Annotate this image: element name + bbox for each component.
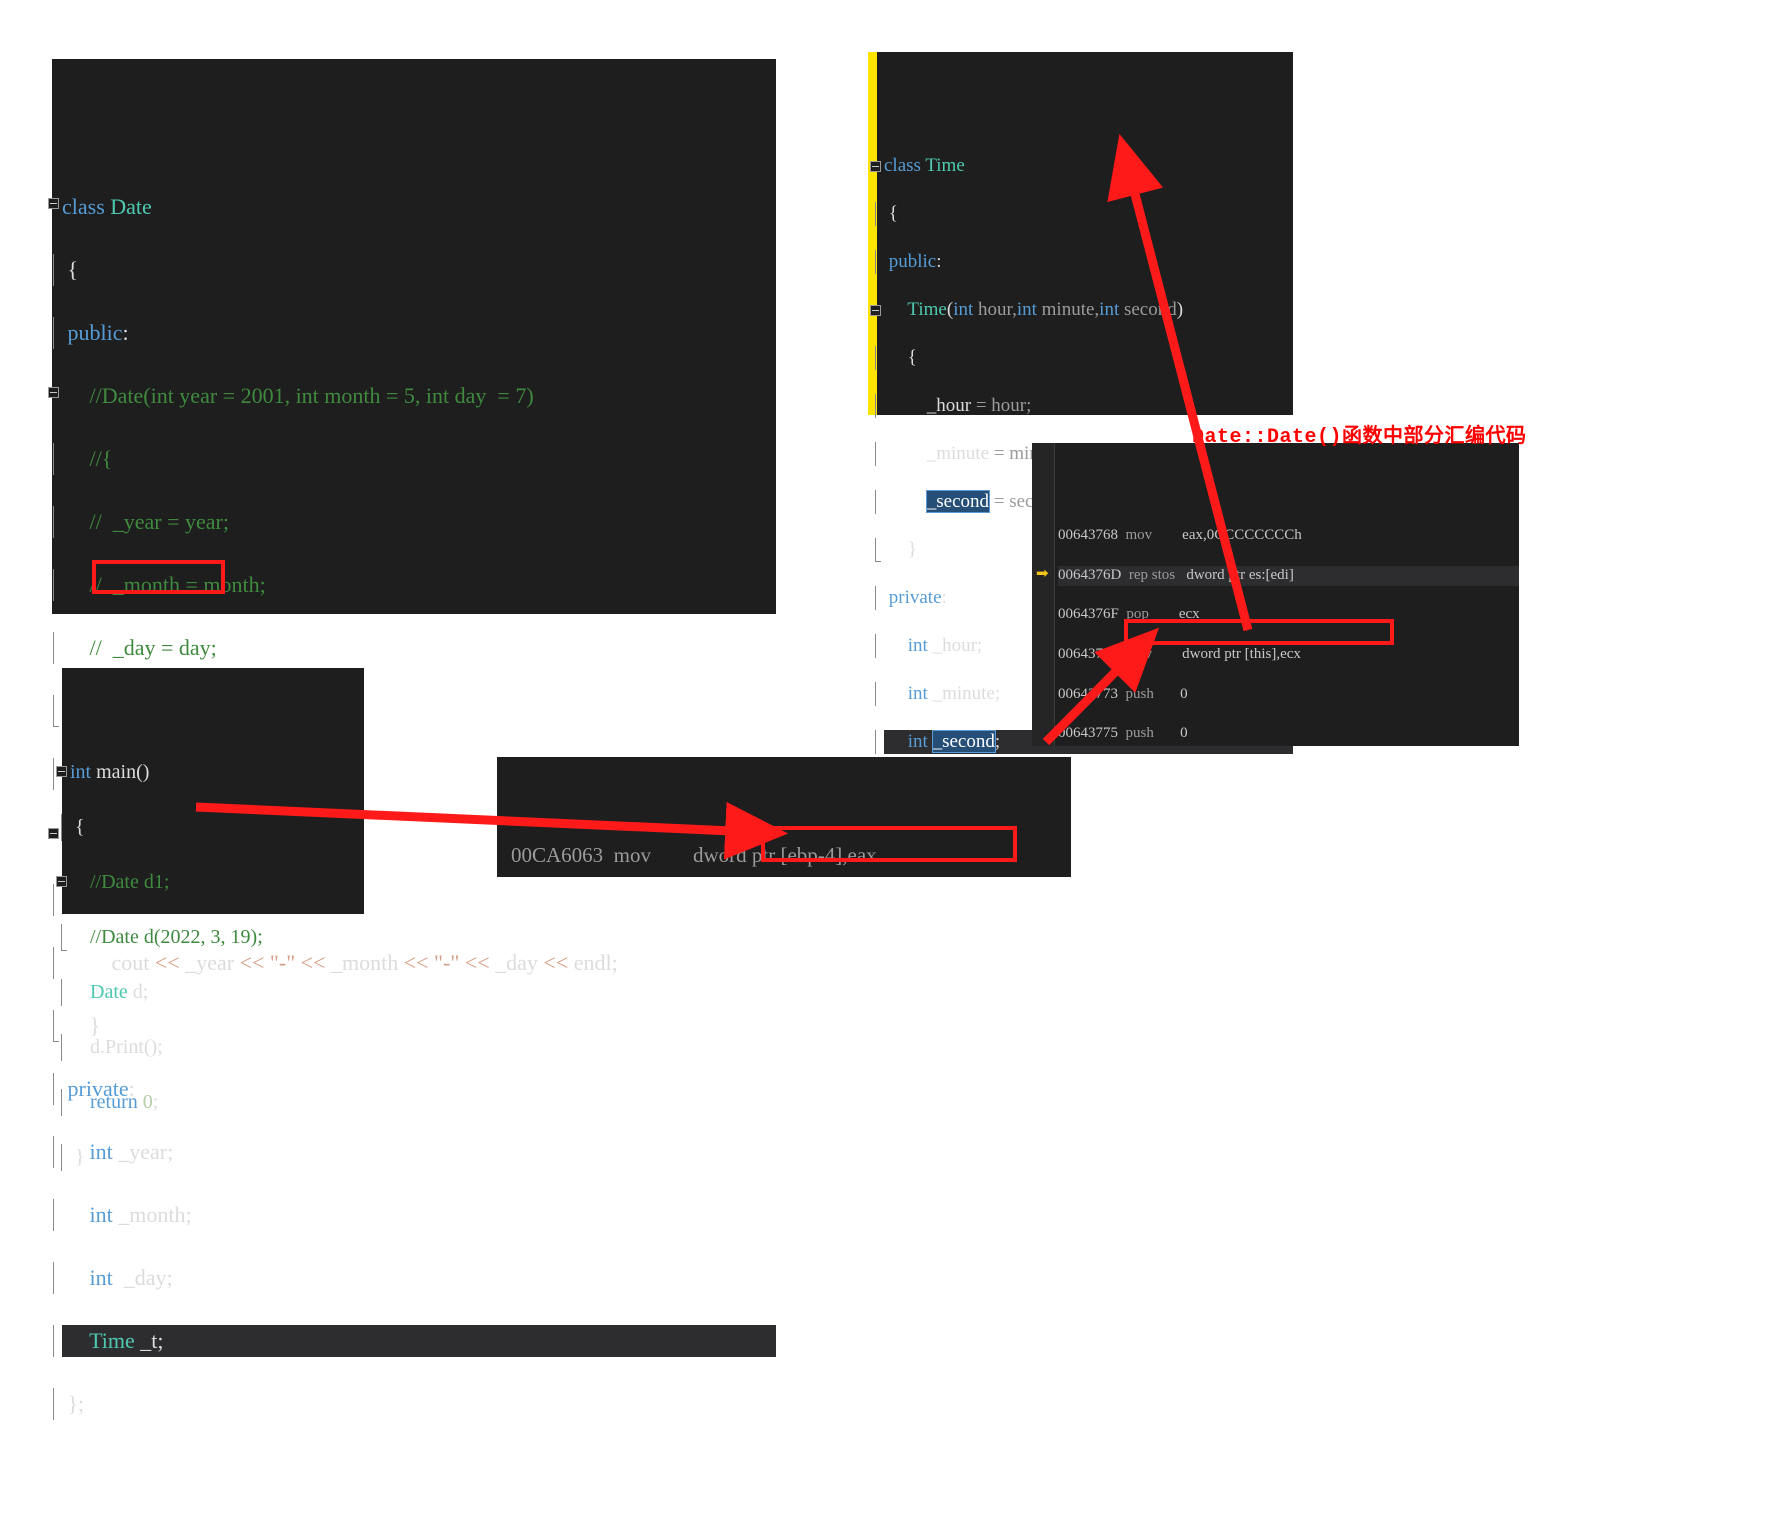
disassembly-date-ctor-panel[interactable]: 00643768 mov eax,0CCCCCCCCh ➡ 0064376D re… bbox=[1032, 443, 1519, 746]
code-line: // _month = month; bbox=[53, 569, 776, 601]
code-line: _hour = hour; bbox=[875, 394, 1293, 418]
fold-minus-icon[interactable] bbox=[48, 387, 59, 398]
selected-token-second-decl[interactable]: _second bbox=[931, 730, 996, 753]
code-line: return 0; bbox=[61, 1088, 364, 1116]
code-line: }; bbox=[53, 1388, 776, 1420]
disasm-row: 00643773 push 0 bbox=[1058, 685, 1188, 702]
annotation-caption: Date::Date()函数中部分汇编代码 bbox=[1192, 426, 1527, 449]
main-function-editor[interactable]: int main() { //Date d1; //Date d(2022, 3… bbox=[56, 668, 364, 1171]
disassembly-main-panel[interactable]: 00CA6063 mov dword ptr [ebp-4],eax Date … bbox=[497, 757, 1071, 877]
code-line: Time(int hour,int minute,int second) bbox=[870, 298, 1293, 322]
disasm-row: 00643770 mov dword ptr [this],ecx bbox=[1058, 645, 1301, 662]
code-line-time-member: Time _t; bbox=[53, 1325, 776, 1357]
disassembly-date-ctor-rows: 00643768 mov eax,0CCCCCCCCh ➡ 0064376D re… bbox=[1032, 506, 1519, 746]
code-line: //Date d(2022, 3, 19); bbox=[61, 923, 364, 951]
code-line: public: bbox=[53, 317, 776, 349]
disasm-row: 00643768 mov eax,0CCCCCCCCh bbox=[1058, 527, 1302, 544]
code-line: } bbox=[61, 1143, 364, 1171]
code-line: { bbox=[53, 254, 776, 286]
code-line: public: bbox=[875, 250, 1293, 274]
time-class-editor[interactable]: class Time { public: Time(int hour,int m… bbox=[868, 52, 1293, 802]
code-line: int _day; bbox=[53, 1262, 776, 1294]
date-class-editor[interactable]: class Date { public: //Date(int year = 2… bbox=[48, 59, 776, 1420]
code-line: //{ bbox=[53, 443, 776, 475]
code-line-date-d: Date d; bbox=[61, 978, 364, 1006]
disasm-row-current: ➡ 0064376D rep stos dword ptr es:[edi] bbox=[1036, 565, 1519, 586]
fold-minus-icon[interactable] bbox=[56, 765, 67, 777]
disasm-row: 00643775 push 0 bbox=[1058, 725, 1188, 742]
code-line: // _year = year; bbox=[53, 506, 776, 538]
code-line: //Date(int year = 2001, int month = 5, i… bbox=[48, 380, 776, 412]
code-line: { bbox=[875, 346, 1293, 370]
current-instruction-arrow-icon: ➡ bbox=[1036, 565, 1049, 582]
fold-minus-icon[interactable] bbox=[56, 875, 67, 887]
code-line: class Date bbox=[48, 191, 776, 223]
fold-minus-icon[interactable] bbox=[48, 198, 59, 209]
code-line: // _day = day; bbox=[53, 632, 776, 664]
code-line: //Date d1; bbox=[56, 869, 364, 897]
disassembly-main-rows: 00CA6063 mov dword ptr [ebp-4],eax Date … bbox=[497, 813, 1071, 877]
code-line: { bbox=[875, 202, 1293, 226]
disasm-row: 00CA6063 mov dword ptr [ebp-4],eax bbox=[511, 843, 877, 867]
main-function-code: int main() { //Date d1; //Date d(2022, 3… bbox=[56, 731, 364, 1226]
code-line: { bbox=[61, 813, 364, 841]
disassembly-gutter bbox=[1032, 443, 1055, 746]
code-line: d.Print(); bbox=[61, 1033, 364, 1061]
disasm-row: 0064376F pop ecx bbox=[1058, 606, 1200, 623]
fold-minus-icon[interactable] bbox=[48, 828, 59, 839]
code-line: int main() bbox=[56, 759, 364, 787]
fold-minus-icon[interactable] bbox=[870, 305, 881, 316]
selected-token-second[interactable]: _second bbox=[925, 490, 991, 513]
code-line: class Time bbox=[870, 154, 1293, 178]
fold-minus-icon[interactable] bbox=[870, 161, 881, 172]
